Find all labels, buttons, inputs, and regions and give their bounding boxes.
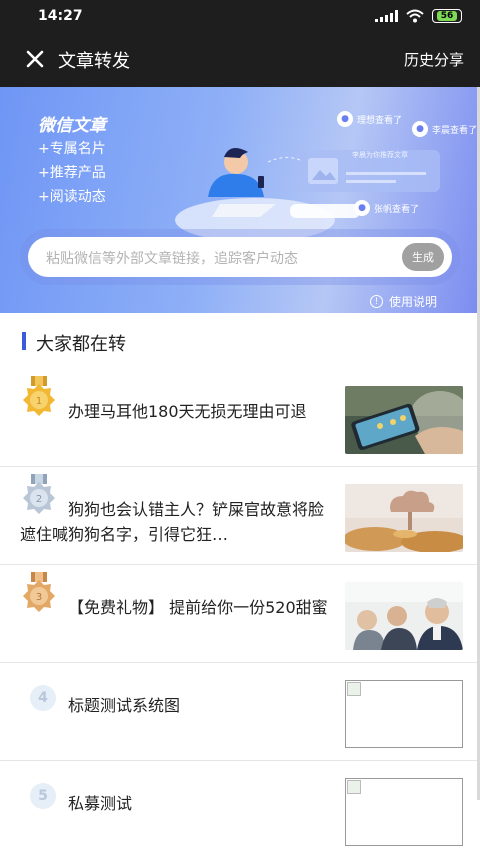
article-title: 办理马耳他180天无损无理由可退 (68, 402, 307, 421)
article-item[interactable]: 2 狗狗也会认错主人？铲屎官故意将脸遮住喊狗狗名字，引得它狂… (0, 467, 477, 565)
viewer-tag: ● 理想查看了 (337, 111, 402, 127)
recommend-card-text: 李晨为你推荐文章 (352, 151, 408, 159)
battery-icon: 56 (432, 9, 462, 23)
broken-image-icon (345, 778, 463, 846)
viewer-tag: ● 李晨查看了 (412, 121, 477, 137)
article-item[interactable]: 4 标题测试系统图 (0, 663, 477, 761)
viewer-tag: ● 张帆查看了 (354, 200, 419, 216)
article-item[interactable]: 5 私募测试 (0, 761, 477, 859)
section-title: 大家都在转 (36, 334, 126, 355)
page-title: 文章转发 (58, 51, 130, 72)
status-icons: 56 (375, 9, 462, 23)
banner-feature: +阅读动态 (38, 189, 106, 205)
hero-banner: 微信文章 +专属名片 +推荐产品 +阅读动态 ● 理想查看了 ● 李晨查看了 ● 张帆… (0, 87, 477, 313)
generate-button[interactable]: 生成 (402, 243, 444, 271)
section-accent-bar (22, 332, 26, 350)
wifi-icon (406, 9, 424, 23)
banner-feature: +推荐产品 (38, 165, 106, 181)
article-title: 狗狗也会认错主人？铲屎官故意将脸遮住喊狗狗名字，引得它狂… (20, 500, 325, 544)
top-bar: 文章转发 历史分享 (0, 32, 480, 87)
article-item[interactable]: 3 【免费礼物】 提前给你一份520甜蜜 (0, 565, 477, 663)
close-icon[interactable] (22, 46, 48, 72)
avatar: ● (337, 111, 353, 127)
article-title: 【免费礼物】 提前给你一份520甜蜜 (68, 598, 328, 617)
link-search-box[interactable]: 粘贴微信等外部文章链接，追踪客户动态 生成 (28, 237, 452, 277)
banner-heading: 微信文章 (38, 116, 106, 136)
article-thumbnail (345, 386, 463, 454)
section-header: 大家都在转 (0, 313, 477, 369)
signal-icon (375, 10, 398, 22)
avatar: ● (412, 121, 428, 137)
article-thumbnail (345, 484, 463, 552)
banner-feature: +专属名片 (38, 141, 106, 157)
status-bar: 14:27 56 (0, 0, 480, 32)
article-title: 标题测试系统图 (68, 696, 181, 715)
search-placeholder: 粘贴微信等外部文章链接，追踪客户动态 (46, 251, 298, 267)
article-thumbnail (345, 582, 463, 650)
info-icon: ! (369, 295, 383, 308)
usage-help-link[interactable]: ! 使用说明 (369, 293, 437, 310)
article-title: 私募测试 (68, 794, 133, 813)
article-item[interactable]: 1 办理马耳他180天无损无理由可退 (0, 369, 477, 467)
history-share-button[interactable]: 历史分享 (404, 49, 464, 70)
status-time: 14:27 (38, 8, 83, 24)
battery-level: 56 (436, 11, 458, 21)
avatar: ● (354, 200, 370, 216)
usage-help-label: 使用说明 (388, 295, 437, 309)
broken-image-icon (345, 680, 463, 748)
